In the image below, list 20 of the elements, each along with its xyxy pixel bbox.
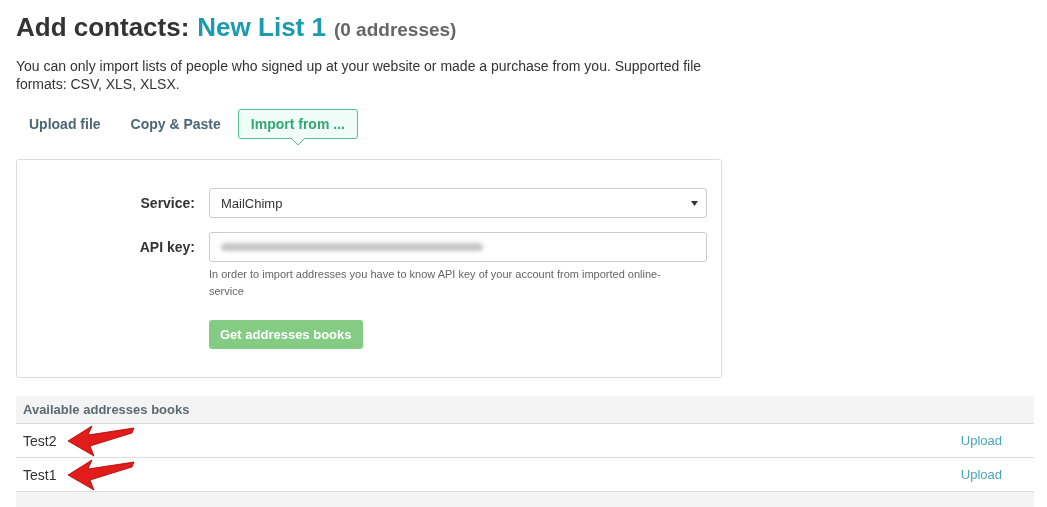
tab[interactable]: Import from ... (237, 109, 358, 139)
list-name: New List 1 (197, 12, 326, 43)
table-header: Available addresses books (16, 396, 1034, 424)
api-key-field[interactable] (209, 232, 707, 262)
hint-text: In order to import addresses you have to know API key of your account from imported online-service (209, 267, 662, 299)
field-label: API key: (138, 239, 196, 255)
upload-link[interactable]: Upload (960, 433, 1002, 448)
tab-pointer-icon (290, 138, 305, 146)
address-count: (0 addresses) (333, 19, 457, 41)
tab[interactable]: Upload file (16, 109, 114, 139)
page-title: Add contacts: (16, 12, 190, 43)
tab[interactable]: Copy & Paste (117, 109, 234, 139)
upload-link[interactable]: Upload (960, 467, 1002, 482)
book-name: Test2 (23, 432, 57, 449)
service-dropdown[interactable]: MailChimp (209, 188, 707, 218)
book-name: Test1 (23, 466, 57, 483)
get-books-button[interactable]: Get addresses books (209, 320, 363, 349)
field-label: Service: (139, 195, 196, 211)
caret-icon (691, 200, 698, 206)
description-text: You can only import lists of people who signed up at your website or made a purchase from you. Supported file formats: CSV, XLS, XLSX. (16, 57, 703, 93)
